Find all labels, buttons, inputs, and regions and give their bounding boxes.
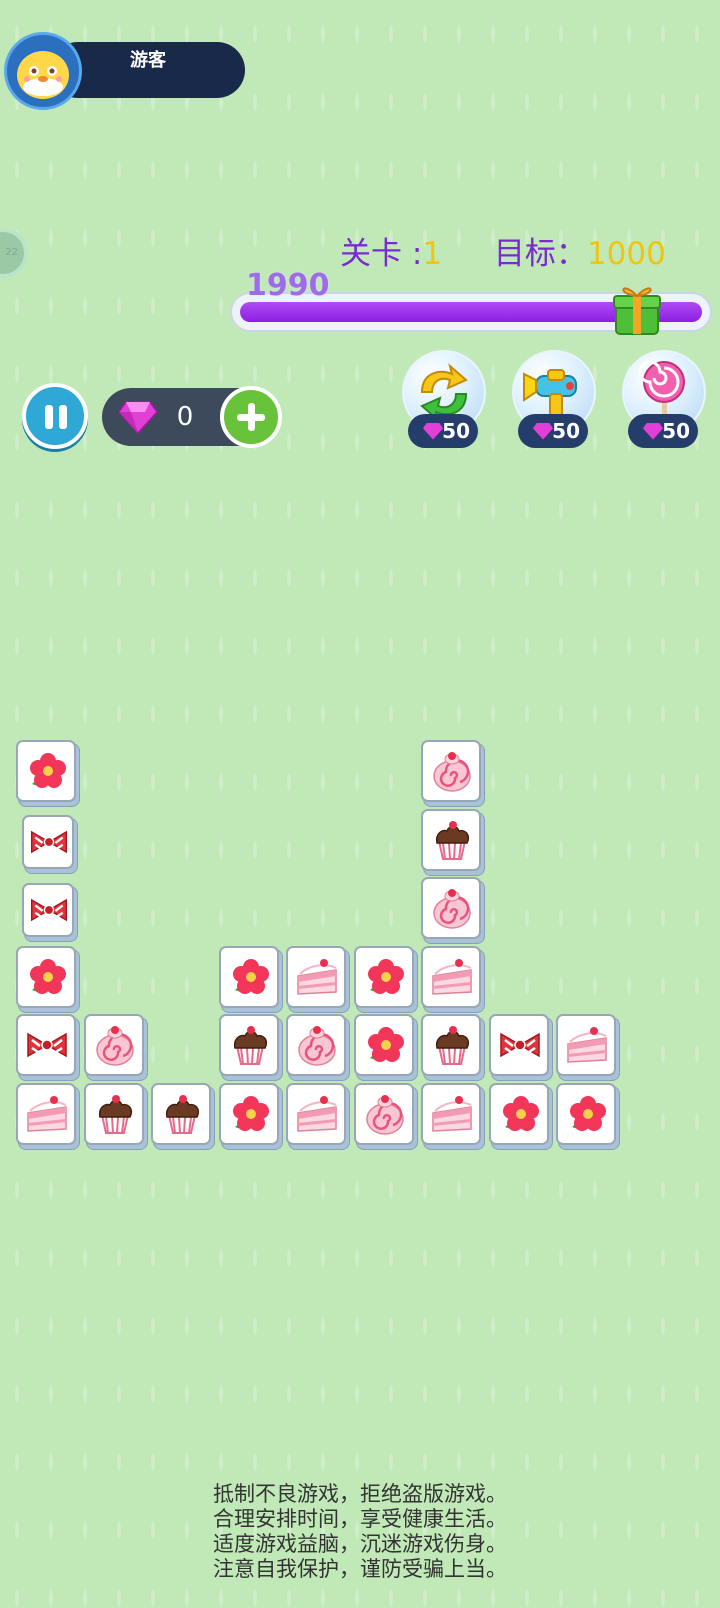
flower-icon <box>502 1095 539 1131</box>
cake-icon <box>432 1095 472 1132</box>
notice-line: 抵制不良游戏，拒绝盗版游戏。 <box>213 1482 507 1506</box>
tile-bow[interactable] <box>16 1014 76 1076</box>
tile-cupcake[interactable] <box>83 1082 144 1145</box>
pause-button[interactable] <box>22 383 88 449</box>
cake-icon <box>297 1095 337 1132</box>
score-value: 1990 <box>246 268 330 303</box>
flower-icon <box>367 1027 404 1062</box>
side-timer-badge[interactable]: 22 <box>0 228 28 278</box>
cupcake-icon <box>98 1094 132 1134</box>
roll-icon <box>298 1026 336 1066</box>
tile-flower[interactable] <box>353 945 414 1008</box>
level-label: 关卡 : <box>340 236 423 272</box>
tile-roll[interactable] <box>83 1014 144 1076</box>
powerup-cost: 50 <box>518 414 588 448</box>
tile-cake[interactable] <box>16 1082 76 1145</box>
gem-icon <box>118 401 158 434</box>
cupcake-icon <box>435 820 470 860</box>
notice-line: 注意自我保护，谨防受骗上当。 <box>213 1557 507 1581</box>
cupcake-icon <box>233 1026 267 1065</box>
bow-icon <box>30 898 68 922</box>
roll-icon <box>433 752 471 792</box>
powerup-cost: 50 <box>628 414 698 448</box>
tile-bow[interactable] <box>22 814 74 869</box>
cake-icon <box>432 958 472 995</box>
add-gems-button[interactable] <box>220 386 282 448</box>
target-value: 1000 <box>586 236 666 272</box>
tile-cake[interactable] <box>421 945 481 1008</box>
powerup-shuffle[interactable]: 50 <box>398 350 490 450</box>
flower-icon <box>30 958 66 994</box>
tile-flower[interactable] <box>16 740 76 802</box>
tile-flower[interactable] <box>488 1082 549 1145</box>
powerup-lollipop[interactable]: 50 <box>618 350 710 450</box>
tile-flower[interactable] <box>556 1082 616 1145</box>
tile-flower[interactable] <box>353 1014 414 1076</box>
tile-roll[interactable] <box>421 877 481 939</box>
level-value: 1 <box>422 236 443 272</box>
flower-icon <box>232 1095 269 1131</box>
tile-cupcake[interactable] <box>421 808 481 871</box>
player-name: 游客 <box>130 50 166 71</box>
tile-bow[interactable] <box>488 1014 549 1076</box>
flower-icon <box>232 958 269 994</box>
tile-bow[interactable] <box>22 883 74 937</box>
tile-cake[interactable] <box>556 1014 616 1076</box>
bow-icon <box>30 830 68 853</box>
tile-roll[interactable] <box>286 1014 346 1076</box>
notice-line: 合理安排时间，享受健康生活。 <box>213 1507 507 1531</box>
cupcake-icon <box>165 1094 200 1134</box>
cake-icon <box>567 1027 607 1063</box>
avatar[interactable] <box>4 32 82 110</box>
cake-icon <box>27 1095 67 1132</box>
gem-icon <box>422 423 444 440</box>
flower-icon <box>367 958 404 994</box>
roll-icon <box>433 889 471 929</box>
gift-box-icon[interactable] <box>612 280 662 336</box>
level-target-row: 关卡 :1 目标：1000 <box>340 228 666 273</box>
tile-cake[interactable] <box>286 1082 346 1145</box>
roll-icon <box>365 1094 404 1135</box>
tile-roll[interactable] <box>353 1082 414 1145</box>
tile-cupcake[interactable] <box>151 1082 211 1145</box>
pause-icon <box>45 405 53 429</box>
flower-icon <box>30 753 66 788</box>
gem-count: 0 <box>176 402 194 432</box>
cake-icon <box>297 958 337 995</box>
gem-icon <box>532 423 554 440</box>
tile-cake[interactable] <box>286 945 346 1008</box>
bow-icon <box>27 1032 67 1058</box>
tile-roll[interactable] <box>421 740 481 802</box>
tile-cake[interactable] <box>421 1082 481 1145</box>
health-notice: 抵制不良游戏，拒绝盗版游戏。 合理安排时间，享受健康生活。 适度游戏益脑，沉迷游… <box>0 1482 720 1582</box>
powerup-water-gun[interactable]: 50 <box>508 350 600 450</box>
tile-flower[interactable] <box>218 1082 279 1145</box>
chick-avatar-icon <box>17 51 69 99</box>
bow-icon <box>499 1032 540 1058</box>
notice-line: 适度游戏益脑，沉迷游戏伤身。 <box>213 1532 507 1556</box>
tile-flower[interactable] <box>16 945 76 1008</box>
tile-flower[interactable] <box>218 945 279 1008</box>
cupcake-icon <box>435 1026 470 1065</box>
tile-cupcake[interactable] <box>218 1014 279 1076</box>
tile-cupcake[interactable] <box>421 1014 481 1076</box>
target-label: 目标： <box>493 236 587 272</box>
roll-icon <box>95 1026 134 1066</box>
gem-icon <box>642 423 664 440</box>
flower-icon <box>570 1095 606 1131</box>
powerup-cost: 50 <box>408 414 478 448</box>
